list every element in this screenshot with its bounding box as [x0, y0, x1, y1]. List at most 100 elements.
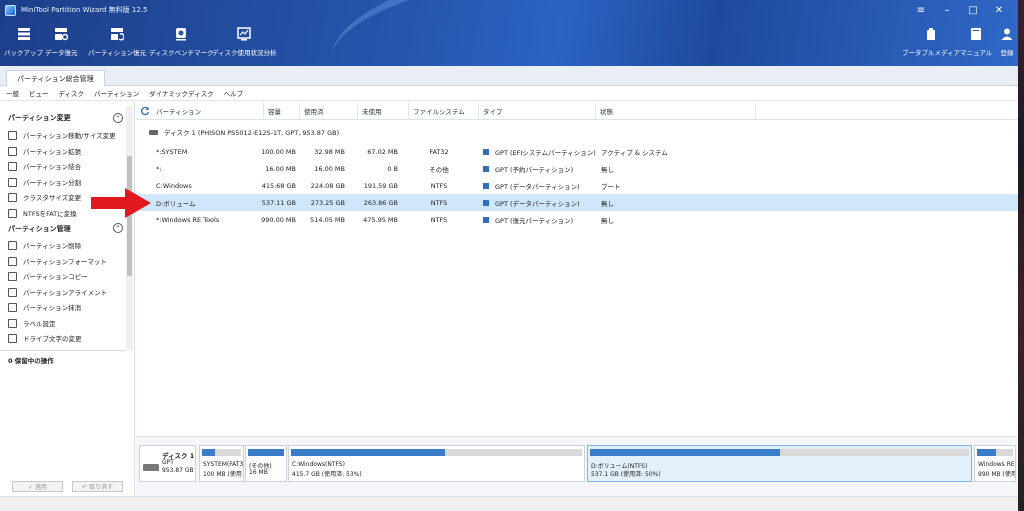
menu-disk[interactable]: ディスク — [59, 88, 85, 98]
sidebar-item-delete[interactable]: パーティション削除 — [8, 238, 81, 252]
status-bar — [0, 496, 1018, 511]
sidebar-item-split[interactable]: パーティション分割 — [8, 175, 81, 189]
user-icon — [999, 26, 1015, 42]
wipe-icon — [8, 302, 17, 312]
col-used[interactable]: 使用済 — [300, 102, 358, 120]
data-recovery-button[interactable]: データ復元 — [45, 26, 78, 64]
register-button[interactable]: 登録 — [999, 26, 1015, 64]
refresh-icon[interactable] — [140, 106, 150, 116]
sidebar-item-extend[interactable]: パーティション拡張 — [8, 144, 81, 158]
sidebar-item-drive-letter[interactable]: ドライブ文字の変更 — [8, 331, 82, 345]
partition-type-icon — [483, 182, 489, 189]
bootable-media-icon — [923, 26, 939, 42]
disk-map-partition[interactable]: (その他) 16 MB — [245, 445, 287, 482]
menu-icon[interactable]: ≡ — [908, 3, 934, 17]
menu-view[interactable]: ビュー — [29, 88, 49, 98]
tab-partition-management[interactable]: パーティション総合管理 — [6, 70, 105, 87]
col-partition[interactable]: パーティション — [152, 102, 264, 120]
split-icon — [8, 177, 17, 187]
merge-icon — [8, 161, 17, 171]
collapse-icon[interactable]: ⌃ — [113, 223, 123, 233]
partition-type-icon — [483, 148, 489, 155]
menu-help[interactable]: ヘルプ — [224, 88, 244, 98]
maximize-icon[interactable]: □ — [960, 3, 986, 17]
table-row[interactable]: *:Windows RE Tools 990.00 MB 514.05 MB 4… — [136, 211, 1018, 228]
trash-icon — [8, 240, 17, 250]
disk-icon — [143, 464, 159, 471]
table-row[interactable]: C:Windows 415.68 GB 224.08 GB 191.59 GB … — [136, 177, 1018, 194]
disk-map-partition-selected[interactable]: D:ボリューム(NTFS) 537.1 GB (使用済: 50%) — [587, 445, 972, 482]
sidebar-item-ntfs-to-fat[interactable]: NTFSをFATに変換 — [8, 206, 77, 220]
sidebar-item-align[interactable]: パーティションアライメント — [8, 285, 107, 299]
format-icon — [8, 256, 17, 266]
window-title: MiniTool Partition Wizard 無料版 12.5 — [21, 6, 148, 14]
disk-map-partition[interactable]: Windows RE 990 MB (使用 — [974, 445, 1016, 482]
sidebar-group-manage-title: パーティション管理 — [8, 225, 71, 233]
sidebar: パーティション変更 ⌃ パーティション移動/サイズ変更 パーティション拡張 パー… — [0, 102, 135, 496]
convert-icon — [8, 208, 17, 218]
sidebar-item-format[interactable]: パーティションフォーマット — [8, 254, 107, 268]
drive-letter-icon — [8, 333, 17, 343]
disk-benchmark-button[interactable]: ディスクベンチマーク — [149, 26, 214, 64]
space-analyzer-button[interactable]: ディスク使用状況分析 — [212, 26, 277, 64]
sidebar-item-move-resize[interactable]: パーティション移動/サイズ変更 — [8, 128, 116, 142]
sidebar-group-change-title: パーティション変更 — [8, 114, 71, 122]
col-type[interactable]: タイプ — [479, 102, 596, 120]
sidebar-item-cluster-size[interactable]: クラスタサイズ変更 — [8, 190, 81, 204]
pending-operations: 0 保留中の操作 — [8, 357, 54, 365]
disk-map-disk[interactable]: ディスク 1 GPT 953.87 GB — [139, 445, 196, 482]
close-icon[interactable]: ✕ — [986, 3, 1012, 17]
menu-partition[interactable]: パーティション — [94, 88, 139, 98]
data-recovery-icon — [53, 26, 69, 42]
manual-button[interactable]: マニュアル — [960, 26, 992, 64]
col-filesystem[interactable]: ファイルシステム — [409, 102, 479, 120]
disk-map-partition[interactable]: SYSTEM(FAT3 100 MB (使用 — [199, 445, 244, 482]
cluster-icon — [8, 192, 17, 202]
sidebar-item-merge[interactable]: パーティション結合 — [8, 159, 81, 173]
partition-recovery-button[interactable]: パーティション復元 — [88, 26, 146, 64]
align-icon — [8, 287, 17, 297]
col-unused[interactable]: 未使用 — [358, 102, 409, 120]
sidebar-item-label[interactable]: ラベル設定 — [8, 316, 56, 330]
undo-button[interactable]: ↶ 取り消す — [72, 481, 123, 492]
partition-recovery-icon — [109, 26, 125, 42]
label-icon — [8, 318, 17, 328]
col-capacity[interactable]: 容量 — [264, 102, 300, 120]
header: MiniTool Partition Wizard 無料版 12.5 ≡ – □… — [0, 0, 1018, 129]
backup-icon — [16, 26, 32, 42]
sidebar-item-wipe[interactable]: パーティション抹消 — [8, 300, 81, 314]
table-row[interactable]: *: 16.00 MB 16.00 MB 0 B その他 GPT (予約パーティ… — [136, 160, 1018, 177]
collapse-icon[interactable]: ⌃ — [113, 113, 123, 123]
table-row[interactable]: *:SYSTEM 100.00 MB 32.98 MB 67.02 MB FAT… — [136, 143, 1018, 160]
tab-bar: パーティション総合管理 — [0, 66, 1018, 87]
move-resize-icon — [8, 130, 17, 140]
disk-row[interactable]: ディスク 1 (PHISON PS5012-E12S-1T, GPT, 953.… — [136, 124, 1018, 140]
partition-type-icon — [483, 216, 489, 223]
title-bar: MiniTool Partition Wizard 無料版 12.5 ≡ – □… — [0, 0, 1018, 20]
table-header: パーティション 容量 使用済 未使用 ファイルシステム タイプ 状態 — [136, 102, 1018, 120]
bootable-media-button[interactable]: ブータブルメディア — [902, 26, 960, 64]
menu-bar: 一般 ビュー ディスク パーティション ダイナミックディスク ヘルプ — [0, 86, 1018, 101]
disk-map: ディスク 1 GPT 953.87 GB SYSTEM(FAT3 100 MB … — [136, 436, 1018, 496]
table-row-selected[interactable]: D:ボリューム 537.11 GB 273.25 GB 263.86 GB NT… — [136, 194, 1018, 211]
red-arrow-annotation — [91, 188, 151, 218]
menu-general[interactable]: 一般 — [6, 88, 19, 98]
sidebar-scrollbar[interactable] — [126, 106, 133, 351]
partition-type-icon — [483, 199, 489, 206]
minimize-icon[interactable]: – — [934, 3, 960, 17]
sidebar-item-copy[interactable]: パーティションコピー — [8, 269, 88, 283]
disk-icon — [149, 129, 158, 135]
app-window: MiniTool Partition Wizard 無料版 12.5 ≡ – □… — [0, 0, 1018, 511]
col-status[interactable]: 状態 — [596, 102, 756, 120]
app-logo-icon — [5, 4, 16, 16]
partition-table: パーティション 容量 使用済 未使用 ファイルシステム タイプ 状態 ディスク … — [136, 102, 1018, 436]
backup-button[interactable]: バックアップ — [4, 26, 43, 64]
partition-type-icon — [483, 165, 489, 172]
apply-button[interactable]: ✓ 適用 — [12, 481, 63, 492]
menu-dynamic-disk[interactable]: ダイナミックディスク — [149, 88, 213, 98]
copy-icon — [8, 271, 17, 281]
toolbar: バックアップ データ復元 パーティション復元 ディスクベンチマーク ディスク使用… — [0, 26, 1018, 64]
disk-map-partition[interactable]: C:Windows(NTFS) 415.7 GB (使用済: 53%) — [288, 445, 585, 482]
book-icon — [968, 26, 984, 42]
desktop-background — [1018, 0, 1024, 511]
